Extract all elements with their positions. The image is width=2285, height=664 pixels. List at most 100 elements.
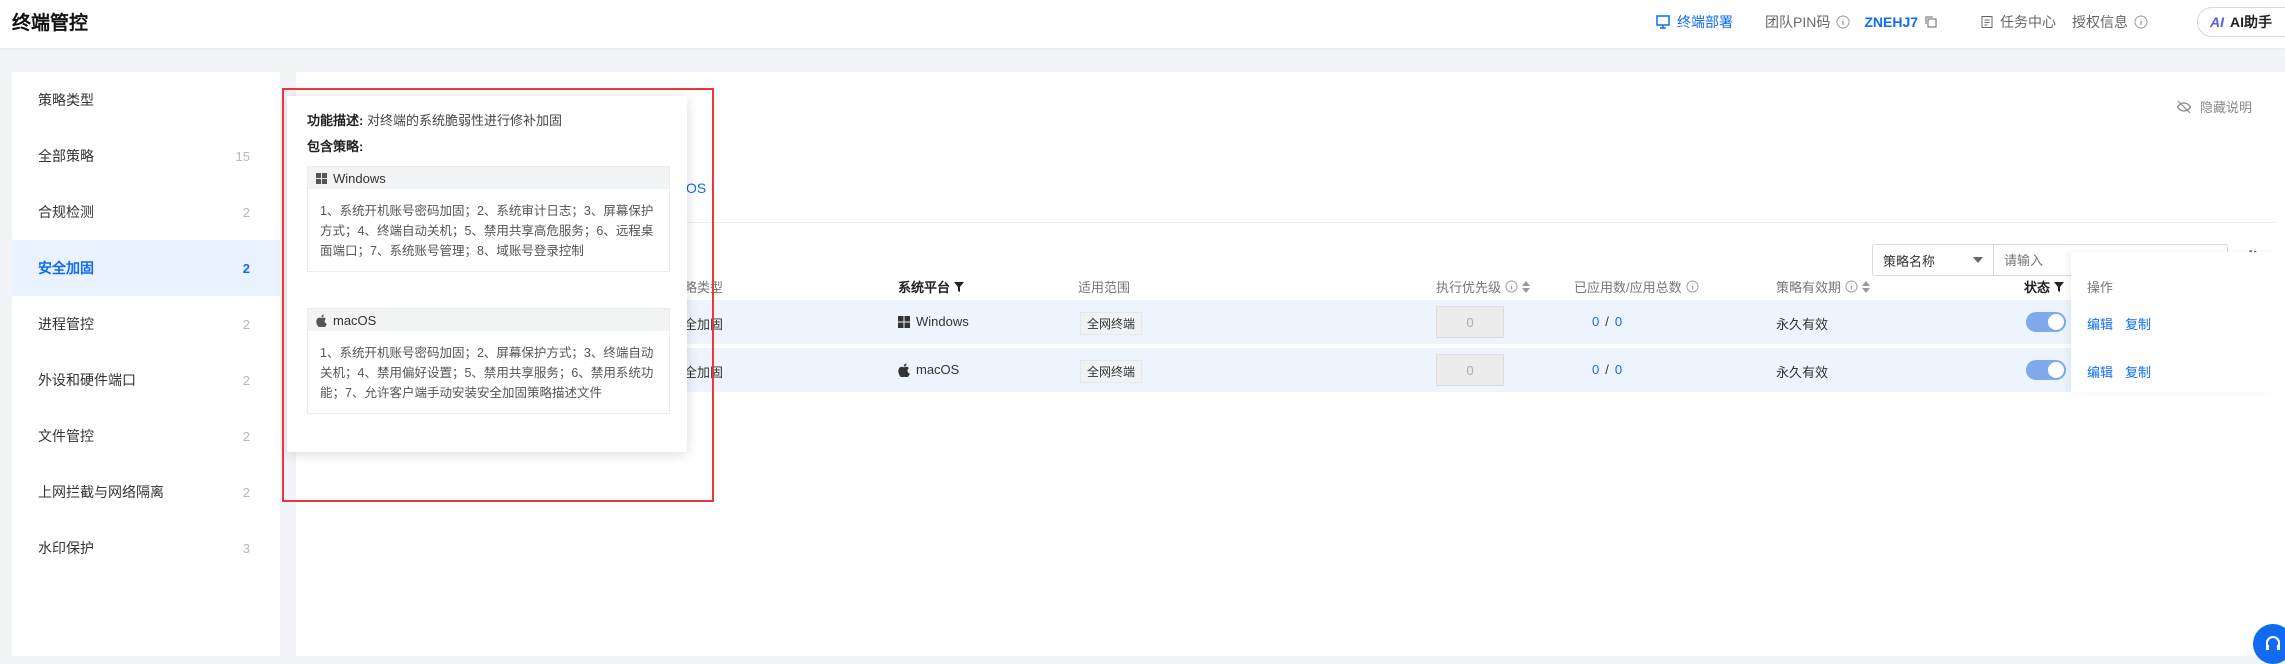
license-info-link[interactable]: 授权信息 xyxy=(2072,12,2148,32)
status-toggle[interactable] xyxy=(2026,312,2066,332)
sort-icon[interactable] xyxy=(1862,280,1871,293)
headset-icon xyxy=(2266,636,2280,650)
monitor-icon xyxy=(1656,15,1670,29)
terminal-deploy-link[interactable]: 终端部署 xyxy=(1655,12,1733,32)
deploy-label: 终端部署 xyxy=(1677,14,1733,30)
filter-icon[interactable] xyxy=(954,281,965,292)
tab-macos[interactable]: OS xyxy=(686,180,706,196)
info-icon[interactable] xyxy=(1505,280,1518,293)
info-icon[interactable] xyxy=(2134,15,2148,29)
scope-tag: 全网终端 xyxy=(1080,312,1143,335)
windows-title: Windows xyxy=(333,170,386,186)
col-header-status: 状态 xyxy=(2024,277,2065,296)
col-header-label: 状态 xyxy=(2024,280,2051,295)
applied-link[interactable]: 0 xyxy=(1592,362,1599,377)
info-icon[interactable] xyxy=(1836,15,1850,29)
table-row[interactable]: 全加固 macOS 全网终端 0 0 / 0 永久有效 xyxy=(676,348,2276,392)
sidebar-item-network-isolation[interactable]: 上网拦截与网络隔离 2 xyxy=(12,464,280,520)
license-label: 授权信息 xyxy=(2072,14,2128,30)
count-separator: / xyxy=(1605,362,1609,377)
top-bar: 终端管控 终端部署 团队PIN码 ZNEHJ7 任务中心 授权信息 AI AI助… xyxy=(0,0,2285,48)
priority-input[interactable]: 0 xyxy=(1436,354,1504,386)
col-header-label: 执行优先级 xyxy=(1436,280,1502,295)
priority-input[interactable]: 0 xyxy=(1436,306,1504,338)
pin-code: ZNEHJ7 xyxy=(1864,14,1919,30)
sidebar-item-label: 进程管控 xyxy=(38,316,94,332)
sidebar-item-process-control[interactable]: 进程管控 2 xyxy=(12,296,280,352)
windows-icon xyxy=(898,315,910,328)
actions-column: 操作 编辑 复制 编辑 复制 xyxy=(2071,252,2276,392)
col-header-type: 略类型 xyxy=(684,280,724,295)
tab-divider xyxy=(676,222,2276,223)
sidebar-item-peripherals[interactable]: 外设和硬件端口 2 xyxy=(12,352,280,408)
sidebar-item-count: 3 xyxy=(242,540,250,556)
copy-button[interactable]: 复制 xyxy=(2125,314,2151,333)
filter-icon[interactable] xyxy=(2054,281,2065,292)
desc-label: 功能描述: xyxy=(307,113,364,128)
row-validity: 永久有效 xyxy=(1776,317,1829,332)
team-pin-label: 团队PIN码 xyxy=(1765,14,1831,30)
customer-service-button[interactable] xyxy=(2253,624,2285,664)
sort-icon[interactable] xyxy=(1522,280,1531,293)
copy-icon[interactable] xyxy=(1924,15,1938,29)
sidebar-item-count: 15 xyxy=(235,148,250,164)
function-description: 功能描述: 对终端的系统脆弱性进行修补加固 xyxy=(307,110,562,129)
apple-icon xyxy=(898,362,910,377)
sidebar-item-count: 2 xyxy=(242,260,250,276)
windows-header: Windows xyxy=(308,167,669,189)
included-policies-label: 包含策略: xyxy=(307,139,364,154)
macos-header: macOS xyxy=(308,309,669,331)
col-header-scope: 适用范围 xyxy=(1078,280,1131,295)
team-pin: 团队PIN码 ZNEHJ7 xyxy=(1765,12,1938,32)
eye-off-icon xyxy=(2176,100,2192,113)
row-validity: 永久有效 xyxy=(1776,365,1829,380)
status-toggle[interactable] xyxy=(2026,360,2066,380)
filter-field-select[interactable]: 策略名称 xyxy=(1872,244,1994,276)
sidebar-item-label: 文件管控 xyxy=(38,428,94,444)
desc-text: 对终端的系统脆弱性进行修补加固 xyxy=(366,113,562,128)
hide-help-label: 隐藏说明 xyxy=(2200,100,2253,115)
copy-button[interactable]: 复制 xyxy=(2125,362,2151,381)
sidebar-item-watermark[interactable]: 水印保护 3 xyxy=(12,520,280,576)
hide-help-button[interactable]: 隐藏说明 xyxy=(2176,97,2252,116)
total-link[interactable]: 0 xyxy=(1615,314,1622,329)
task-center-link[interactable]: 任务中心 xyxy=(1980,12,2056,32)
edit-button[interactable]: 编辑 xyxy=(2087,362,2113,381)
sidebar-item-label: 上网拦截与网络隔离 xyxy=(38,484,164,500)
sidebar-item-count: 2 xyxy=(242,204,250,220)
sidebar-item-security-hardening[interactable]: 安全加固 2 xyxy=(12,240,280,296)
apple-icon xyxy=(316,313,327,327)
app-title: 终端管控 xyxy=(12,13,89,34)
count-separator: / xyxy=(1605,314,1609,329)
info-icon[interactable] xyxy=(1686,280,1699,293)
col-header-applied: 已应用数/应用总数 xyxy=(1574,277,1699,296)
policy-type-sidebar: 策略类型 全部策略 15 合规检测 2 安全加固 2 进程管控 2 外设和硬件端… xyxy=(12,72,280,656)
edit-button[interactable]: 编辑 xyxy=(2087,314,2113,333)
ai-assistant-button[interactable]: AI AI助手 xyxy=(2197,7,2285,37)
sidebar-item-compliance[interactable]: 合规检测 2 xyxy=(12,184,280,240)
col-header-validity: 策略有效期 xyxy=(1776,277,1871,296)
applied-count: 0 / 0 xyxy=(1592,314,1622,329)
sidebar-item-file-control[interactable]: 文件管控 2 xyxy=(12,408,280,464)
info-icon[interactable] xyxy=(1845,280,1858,293)
windows-policy-block: Windows 1、系统开机账号密码加固；2、系统审计日志；3、屏幕保护方式；4… xyxy=(307,166,670,272)
windows-icon xyxy=(316,172,327,184)
col-header-actions: 操作 xyxy=(2087,280,2114,295)
sidebar-item-label: 外设和硬件端口 xyxy=(38,372,136,388)
row-platform: Windows xyxy=(898,314,969,329)
row-platform-label: Windows xyxy=(916,314,969,329)
sidebar-item-label: 安全加固 xyxy=(38,260,94,276)
macos-policy-text: 1、系统开机账号密码加固；2、屏幕保护方式；3、终端自动关机；4、禁用偏好设置；… xyxy=(320,346,654,400)
applied-link[interactable]: 0 xyxy=(1592,314,1599,329)
table-row[interactable]: 全加固 Windows 全网终端 0 0 / 0 永久有效 xyxy=(676,300,2276,344)
ai-assistant-label: AI助手 xyxy=(2230,14,2272,30)
applied-count: 0 / 0 xyxy=(1592,362,1622,377)
caret-down-icon xyxy=(1973,257,1983,263)
macos-policy-block: macOS 1、系统开机账号密码加固；2、屏幕保护方式；3、终端自动关机；4、禁… xyxy=(307,308,670,414)
col-header-label: 策略有效期 xyxy=(1776,280,1842,295)
total-link[interactable]: 0 xyxy=(1615,362,1622,377)
row-type: 全加固 xyxy=(684,365,724,380)
sidebar-item-all-policies[interactable]: 全部策略 15 xyxy=(12,128,280,184)
windows-policy-text: 1、系统开机账号密码加固；2、系统审计日志；3、屏幕保护方式；4、终端自动关机；… xyxy=(320,204,654,258)
task-icon xyxy=(1981,16,1993,28)
